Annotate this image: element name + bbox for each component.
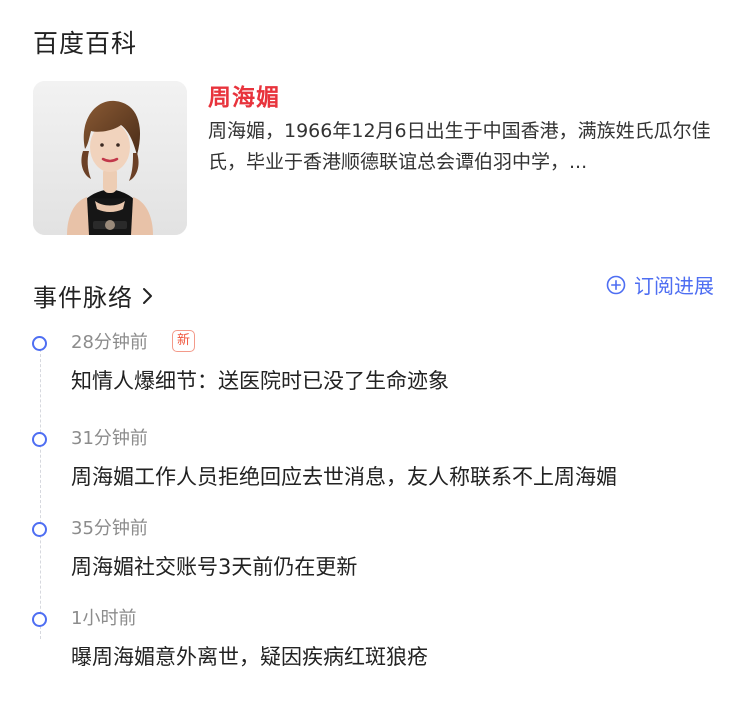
timeline-dot-icon [32,336,47,351]
plus-circle-icon [606,275,626,294]
profile-photo[interactable] [33,81,187,235]
subscribe-button[interactable]: 订阅进展 [606,270,714,299]
profile-summary[interactable]: 周海媚，1966年12月6日出生于中国香港，满族姓氏瓜尔佳氏，毕业于香港顺德联谊… [208,116,713,178]
source-title[interactable]: 百度百科 [33,24,137,60]
event-time: 35分钟前 [71,518,148,539]
baike-card: 百度百科 周海媚 周海媚，1966年12月6日出生于中国香港，满族姓氏瓜尔佳氏，… [0,0,744,708]
new-badge: 新 [172,330,196,352]
timeline-dot-icon [32,522,47,537]
event-headline-link[interactable]: 曝周海媚意外离世，疑因疾病红斑狼疮 [71,641,721,671]
event-headline-link[interactable]: 周海媚工作人员拒绝回应去世消息，友人称联系不上周海媚 [71,461,721,491]
timeline-dot-icon [32,612,47,627]
portrait-image [33,81,187,235]
timeline-connector [40,349,41,639]
event-headline-link[interactable]: 周海媚社交账号3天前仍在更新 [71,551,721,581]
chevron-right-icon [143,287,152,304]
events-section-header[interactable]: 事件脉络 [33,278,155,313]
timeline-dot-icon [32,432,47,447]
event-time: 31分钟前 [71,428,148,449]
subscribe-label: 订阅进展 [634,274,714,298]
profile-name-link[interactable]: 周海媚 [208,78,280,112]
event-time: 28分钟前 [71,332,148,353]
events-section-title: 事件脉络 [33,284,133,312]
event-time: 1小时前 [71,608,137,629]
event-headline-link[interactable]: 知情人爆细节：送医院时已没了生命迹象 [71,365,721,395]
